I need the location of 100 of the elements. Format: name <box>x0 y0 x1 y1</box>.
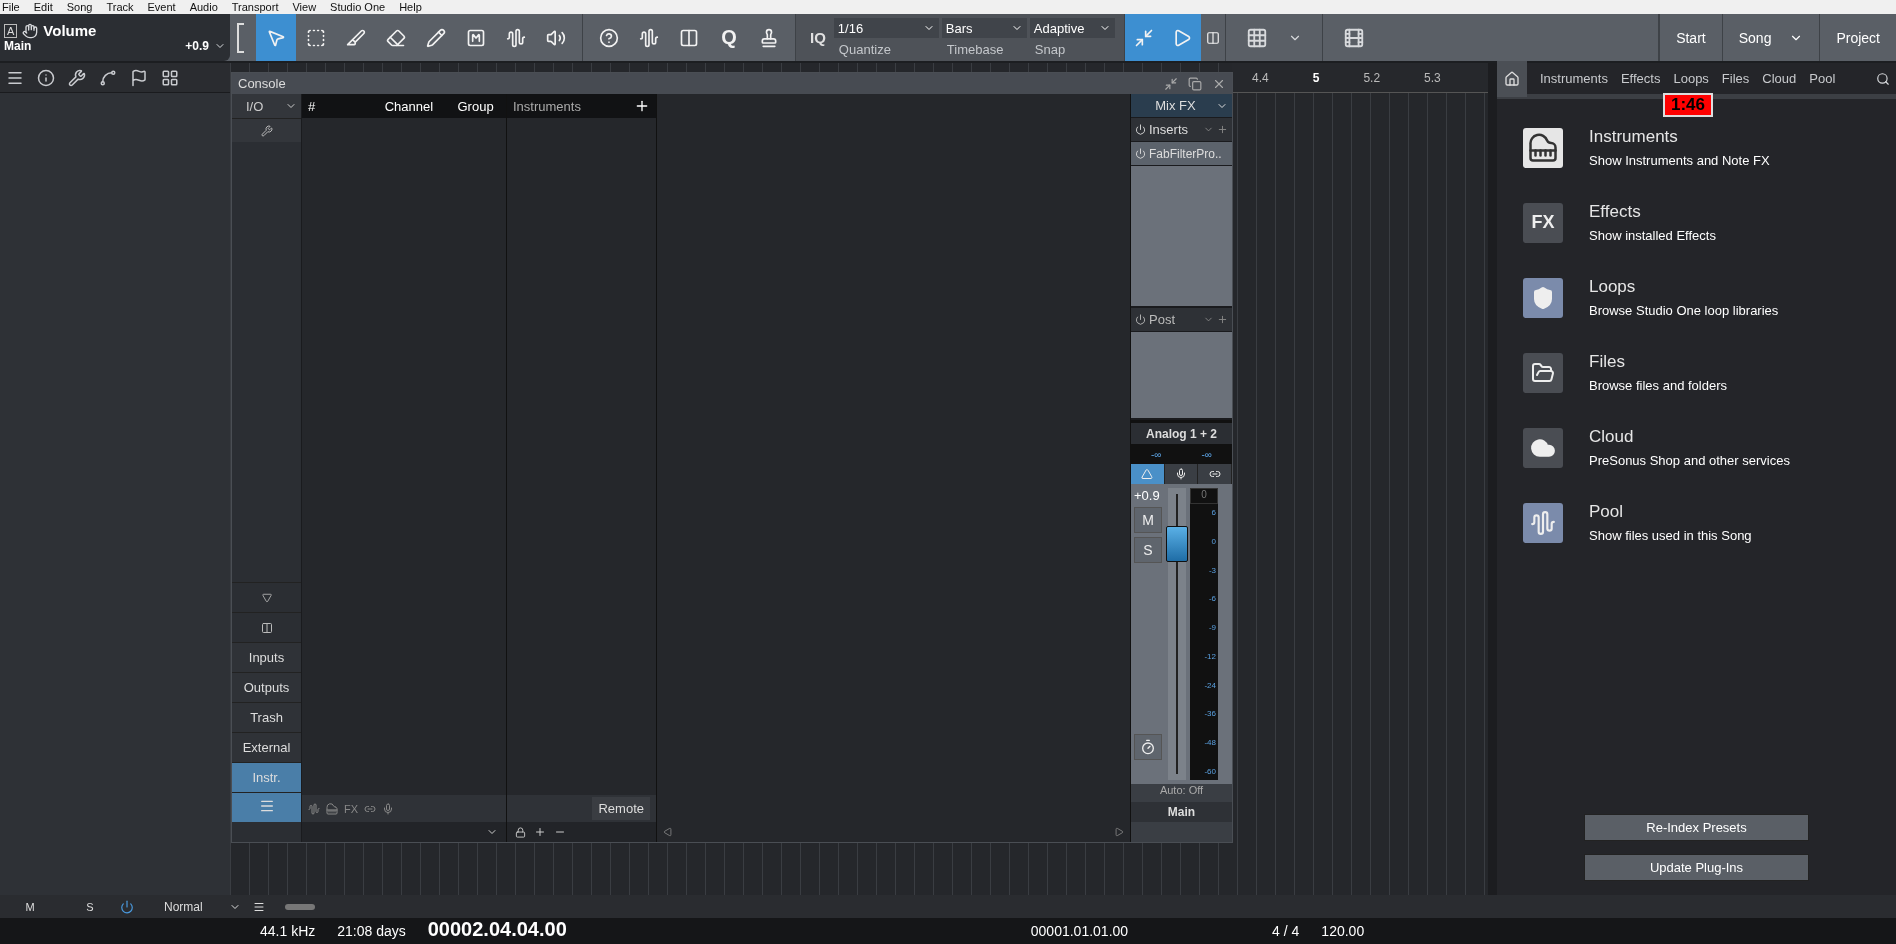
grid-icon[interactable] <box>161 68 179 87</box>
piano-icon[interactable] <box>326 802 338 815</box>
category-title[interactable]: Files <box>1589 352 1727 372</box>
narrow-icon[interactable] <box>260 621 273 634</box>
setting-label: Snap <box>1033 41 1067 59</box>
scroll-left-icon[interactable] <box>663 827 673 837</box>
browser-tab[interactable]: Files <box>1721 71 1750 86</box>
sample-rate: 44.1 kHz <box>260 924 316 938</box>
insert-slot[interactable]: FabFilterPro.. <box>1131 142 1232 166</box>
list-icon[interactable] <box>252 900 265 913</box>
category-title[interactable]: Loops <box>1589 277 1779 297</box>
io-dropdown[interactable]: I/O <box>232 94 301 118</box>
action-button[interactable]: Update Plug-Ins <box>1584 854 1809 881</box>
flag-icon[interactable] <box>130 68 148 87</box>
parameter-value[interactable]: +0.9 <box>185 39 209 53</box>
fx-tile: FX <box>1523 202 1563 243</box>
console-nav-item[interactable]: External <box>232 732 301 762</box>
automation-icon[interactable] <box>99 68 117 87</box>
menu-item[interactable]: Song <box>66 0 93 14</box>
remote-button[interactable]: Remote <box>592 797 650 820</box>
menu-item[interactable]: Event <box>147 0 176 14</box>
monitor-button[interactable] <box>1131 464 1165 484</box>
dock-icon[interactable] <box>1164 76 1178 91</box>
home-tab[interactable] <box>1497 60 1527 97</box>
pencil-icon <box>426 27 446 48</box>
mute-button[interactable]: M <box>1134 507 1162 533</box>
menu-item[interactable]: Studio One <box>330 0 386 14</box>
time-signature: 4 / 4 <box>1272 924 1300 938</box>
column-header: Channel <box>383 98 435 114</box>
snap-button[interactable] <box>1124 14 1163 61</box>
console-nav-item[interactable]: Inputs <box>232 642 301 672</box>
meter-tick: 0 <box>1211 536 1216 546</box>
menu-item[interactable]: View <box>292 0 317 14</box>
menu-item[interactable]: Transport <box>231 0 279 14</box>
position-display: 00002.04.04.00 <box>427 922 567 936</box>
film-icon[interactable] <box>1342 26 1365 49</box>
tool-button[interactable] <box>256 14 296 61</box>
menu-item[interactable]: Edit <box>33 0 53 14</box>
piano-keys-icon <box>1523 127 1563 168</box>
dropdown[interactable]: Adaptive <box>1029 18 1115 38</box>
loop-start: 00001.01.01.00 <box>1030 924 1129 938</box>
waveform-icon[interactable] <box>308 802 320 815</box>
ruler-label: 5.2 <box>1363 70 1381 85</box>
mode-dropdown[interactable]: Normal <box>164 899 241 914</box>
fader-handle[interactable] <box>1166 525 1188 562</box>
menu-item[interactable]: Audio <box>189 0 218 14</box>
add-grid-icon[interactable] <box>1245 26 1268 49</box>
browser-tab[interactable]: Loops <box>1673 71 1709 86</box>
fx-filter[interactable]: FX <box>344 802 359 815</box>
timer-button[interactable] <box>1134 734 1162 760</box>
help-icon <box>599 27 619 48</box>
browser-tab[interactable]: Instruments <box>1540 71 1608 86</box>
add-icon[interactable] <box>534 826 546 838</box>
search-icon[interactable] <box>1876 71 1890 86</box>
browser-tab[interactable]: Cloud <box>1762 71 1797 86</box>
solo-button[interactable]: S <box>60 899 120 914</box>
snap-icon <box>1133 27 1154 48</box>
inserts-label: Inserts <box>1149 122 1188 137</box>
category-title[interactable]: Cloud <box>1589 427 1790 447</box>
category-title[interactable]: Instruments <box>1589 127 1770 147</box>
dropdown[interactable]: 1/16 <box>833 18 939 38</box>
solo-button[interactable]: S <box>1134 537 1162 563</box>
output-name[interactable]: Main <box>1131 802 1232 822</box>
category-description: Show Instruments and Note FX <box>1589 153 1770 168</box>
menu-item[interactable]: File <box>2 0 20 14</box>
category-title[interactable]: Effects <box>1589 202 1716 222</box>
toolbar-button[interactable]: Q <box>709 14 749 61</box>
power-icon[interactable] <box>120 899 134 914</box>
scroll-right-icon[interactable] <box>1114 827 1124 837</box>
collapse-icon[interactable] <box>261 592 272 603</box>
gain-value: +0.9 <box>1134 488 1161 503</box>
power-icon[interactable] <box>1135 124 1146 135</box>
console-nav-item[interactable]: Trash <box>232 702 301 732</box>
setting-label: Timebase <box>945 41 1005 59</box>
info-icon[interactable] <box>37 68 55 87</box>
mic-icon <box>1175 468 1187 480</box>
browser-tab[interactable]: Effects <box>1620 71 1661 86</box>
setting-label: Quantize <box>837 41 892 59</box>
mix-fx-dropdown[interactable]: Mix FX <box>1131 94 1232 118</box>
console-nav-item[interactable]: Outputs <box>232 672 301 702</box>
hand-icon <box>22 22 39 39</box>
mute-button[interactable]: M <box>0 899 60 914</box>
category-description: PreSonus Shop and other services <box>1589 453 1790 468</box>
dropdown[interactable]: Bars <box>941 18 1027 38</box>
add-icon[interactable] <box>634 98 650 114</box>
browser-tab[interactable]: Pool <box>1809 71 1836 86</box>
cloud-icon <box>1523 427 1563 468</box>
wrench-icon[interactable] <box>260 124 273 137</box>
list-view-button[interactable] <box>232 792 301 822</box>
restore-icon[interactable] <box>1188 76 1202 91</box>
menu-item[interactable]: Help <box>399 0 422 14</box>
mute-tool-icon <box>466 27 486 48</box>
power-icon[interactable] <box>1135 314 1146 325</box>
action-button[interactable]: Re-Index Presets <box>1584 814 1809 841</box>
menu-item[interactable]: Track <box>106 0 134 14</box>
mic-icon[interactable] <box>382 802 395 815</box>
channel-name: Analog 1 + 2 <box>1131 420 1232 444</box>
wrench-icon[interactable] <box>68 68 86 87</box>
lock-icon[interactable] <box>515 826 526 838</box>
category-title[interactable]: Pool <box>1589 502 1752 522</box>
